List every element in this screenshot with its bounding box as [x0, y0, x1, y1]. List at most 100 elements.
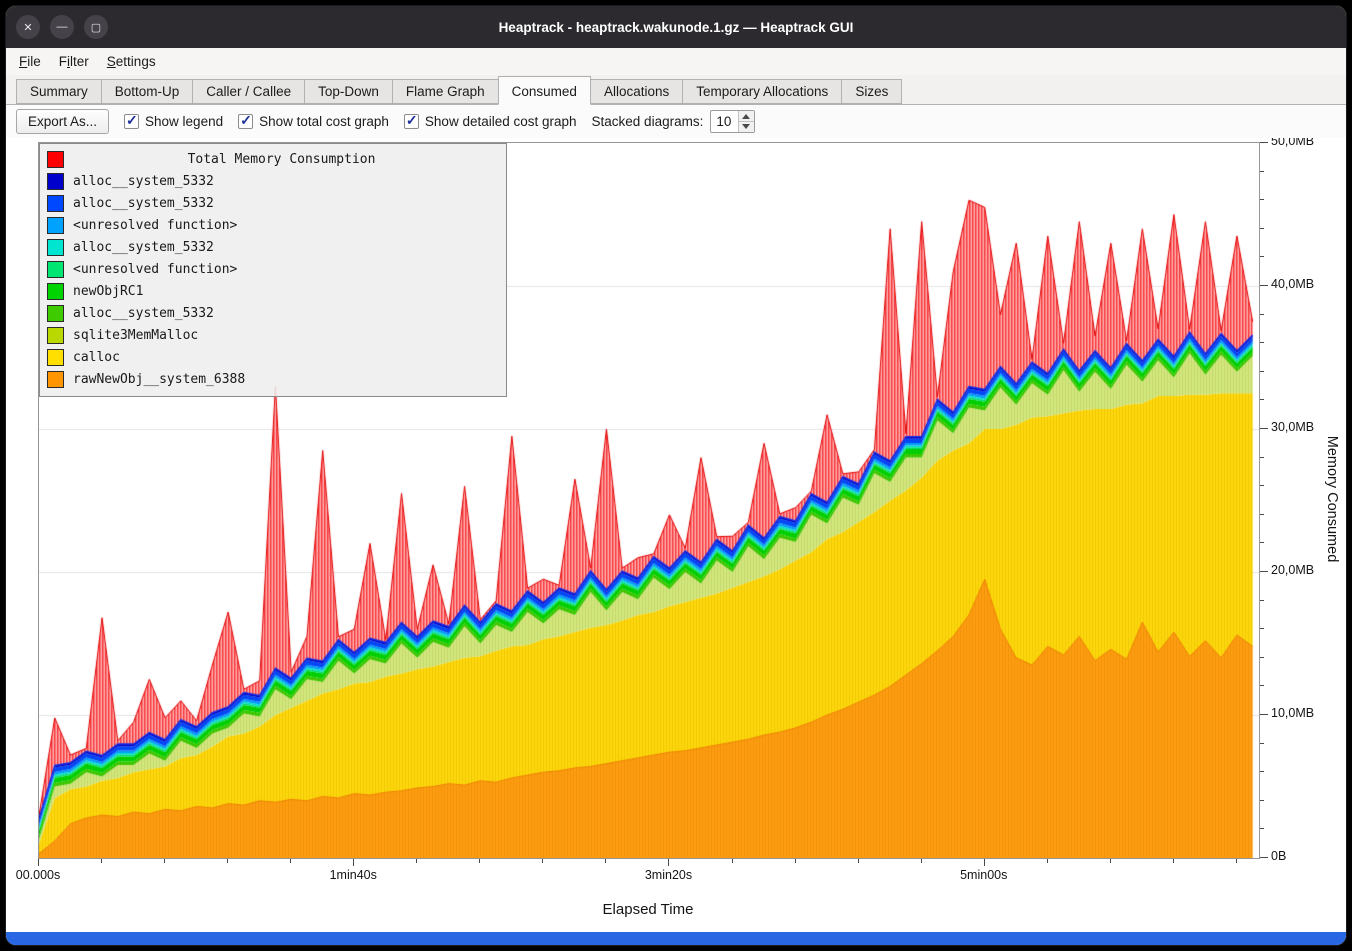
legend-item-label: alloc__system_5332: [73, 174, 214, 189]
x-axis-minor-tick: [858, 859, 859, 863]
y-axis-tick: [1260, 857, 1268, 858]
legend-item: newObjRC1: [47, 280, 499, 302]
tab-consumed[interactable]: Consumed: [498, 76, 591, 105]
stacked-diagrams-value[interactable]: 10: [711, 111, 738, 132]
y-axis-minor-tick: [1260, 314, 1264, 315]
legend-title-row: Total Memory Consumption: [47, 148, 499, 170]
checkbox-show-legend[interactable]: Show legend: [124, 114, 223, 129]
spin-down-button[interactable]: [739, 122, 754, 132]
spin-buttons: [738, 111, 754, 132]
minimize-button[interactable]: —: [50, 15, 74, 39]
y-axis-minor-tick: [1260, 199, 1264, 200]
y-axis-minor-tick: [1260, 457, 1264, 458]
y-axis-minor-tick: [1260, 342, 1264, 343]
y-axis-minor-tick: [1260, 828, 1264, 829]
tab-bottom-up[interactable]: Bottom-Up: [101, 79, 194, 104]
legend-item-label: alloc__system_5332: [73, 196, 214, 211]
x-axis-minor-tick: [1173, 859, 1174, 863]
x-axis-minor-tick: [101, 859, 102, 863]
legend-item-label: <unresolved function>: [73, 218, 237, 233]
spin-up-button[interactable]: [739, 111, 754, 122]
tab-caller-callee[interactable]: Caller / Callee: [192, 79, 305, 104]
checkbox-show-detailed-cost-graph[interactable]: Show detailed cost graph: [404, 114, 577, 129]
y-axis-title: Memory Consumed: [1324, 436, 1340, 563]
legend-swatch: [47, 283, 64, 300]
checkbox-show-total-cost-graph[interactable]: Show total cost graph: [238, 114, 389, 129]
y-axis-minor-tick: [1260, 657, 1264, 658]
x-axis-tick: [353, 859, 354, 866]
y-axis-tick: [1260, 571, 1268, 572]
legend-item: <unresolved function>: [47, 214, 499, 236]
legend-item: alloc__system_5332: [47, 192, 499, 214]
toolbar-checkboxes: Show legend Show total cost graph Show det…: [124, 114, 577, 129]
y-axis-minor-tick: [1260, 371, 1264, 372]
legend-swatch: [47, 327, 64, 344]
stacked-diagrams-spinbox[interactable]: 10: [710, 110, 755, 133]
y-axis-minor-tick: [1260, 485, 1264, 486]
tab-sizes[interactable]: Sizes: [841, 79, 902, 104]
y-axis-minor-tick: [1260, 256, 1264, 257]
legend-item-label: alloc__system_5332: [73, 240, 214, 255]
legend-item: calloc: [47, 346, 499, 368]
checkbox-label: Show detailed cost graph: [425, 114, 577, 129]
legend-item-label: <unresolved function>: [73, 262, 237, 277]
y-tick-label: 10,0MB: [1271, 706, 1314, 720]
window-controls: ✕ — ▢: [6, 15, 108, 39]
legend-item: <unresolved function>: [47, 258, 499, 280]
stacked-diagrams-group: Stacked diagrams: 10: [592, 110, 756, 133]
y-axis-minor-tick: [1260, 399, 1264, 400]
legend-item: rawNewObj__system_6388: [47, 368, 499, 390]
legend-swatch: [47, 305, 64, 322]
x-tick-label: 5min00s: [960, 868, 1007, 882]
tab-top-down[interactable]: Top-Down: [304, 79, 393, 104]
legend-swatch: [47, 217, 64, 234]
y-tick-label: 0B: [1271, 849, 1286, 863]
x-tick-label: 1min40s: [330, 868, 377, 882]
legend-swatch: [47, 261, 64, 278]
y-axis-minor-tick: [1260, 514, 1264, 515]
y-axis-minor-tick: [1260, 542, 1264, 543]
titlebar: ✕ — ▢ Heaptrack - heaptrack.wakunode.1.gz …: [6, 6, 1346, 48]
legend-swatch: [47, 239, 64, 256]
close-button[interactable]: ✕: [16, 15, 40, 39]
menu-settings[interactable]: Settings: [98, 50, 165, 73]
legend-swatch: [47, 371, 64, 388]
x-axis-minor-tick: [164, 859, 165, 863]
y-axis-minor-tick: [1260, 600, 1264, 601]
menubar: FileFilterSettings: [6, 48, 1346, 75]
tabbar: SummaryBottom-UpCaller / CalleeTop-DownF…: [6, 75, 1346, 105]
legend-title: Total Memory Consumption: [64, 152, 499, 167]
y-axis-tick: [1260, 714, 1268, 715]
app-window: ✕ — ▢ Heaptrack - heaptrack.wakunode.1.gz …: [6, 6, 1346, 945]
y-tick-label: 20,0MB: [1271, 563, 1314, 577]
tab-flame-graph[interactable]: Flame Graph: [392, 79, 499, 104]
x-axis-minor-tick: [795, 859, 796, 863]
y-axis-minor-tick: [1260, 228, 1264, 229]
legend-swatch: [47, 195, 64, 212]
legend-item: alloc__system_5332: [47, 170, 499, 192]
checkbox-box[interactable]: [124, 114, 139, 129]
x-axis-minor-tick: [479, 859, 480, 863]
menu-file[interactable]: File: [10, 50, 50, 73]
checkbox-box[interactable]: [404, 114, 419, 129]
x-axis-title: Elapsed Time: [603, 901, 694, 918]
x-axis-minor-tick: [921, 859, 922, 863]
x-axis-minor-tick: [542, 859, 543, 863]
x-axis-minor-tick: [605, 859, 606, 863]
x-axis-minor-tick: [416, 859, 417, 863]
menu-filter[interactable]: Filter: [50, 50, 98, 73]
export-as-button[interactable]: Export As...: [16, 109, 109, 134]
tab-temporary-allocations[interactable]: Temporary Allocations: [682, 79, 842, 104]
y-axis-minor-tick: [1260, 685, 1264, 686]
legend-item-label: sqlite3MemMalloc: [73, 328, 198, 343]
y-tick-label: 50,0MB: [1271, 138, 1314, 148]
legend-item-label: newObjRC1: [73, 284, 143, 299]
maximize-button[interactable]: ▢: [84, 15, 108, 39]
checkbox-box[interactable]: [238, 114, 253, 129]
y-axis-minor-tick: [1260, 171, 1264, 172]
legend: Total Memory Consumption alloc__system_5…: [39, 143, 507, 397]
tab-summary[interactable]: Summary: [16, 79, 102, 104]
tab-allocations[interactable]: Allocations: [590, 79, 683, 104]
window-title: Heaptrack - heaptrack.wakunode.1.gz — He…: [6, 20, 1346, 35]
y-tick-label: 30,0MB: [1271, 420, 1314, 434]
